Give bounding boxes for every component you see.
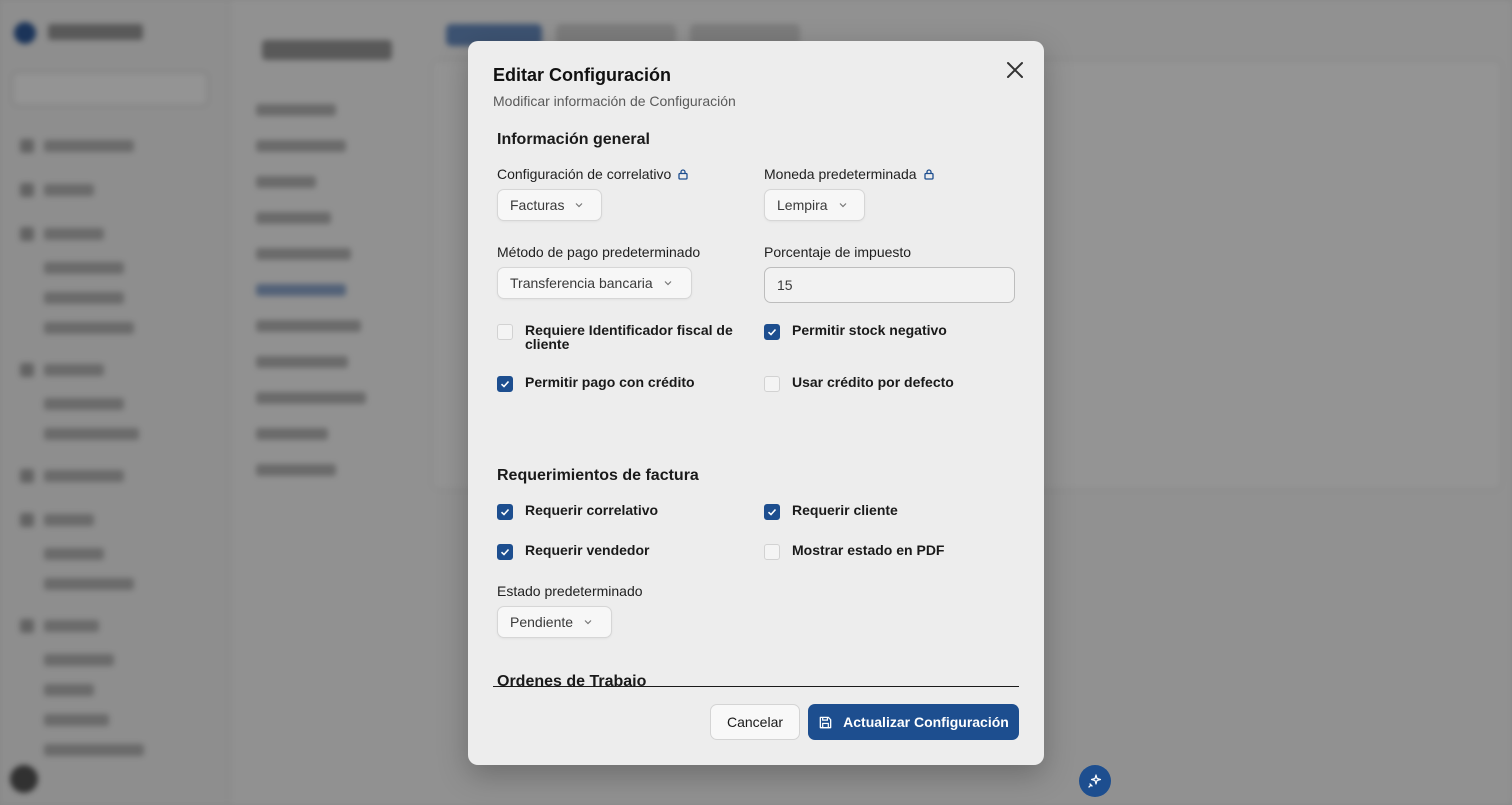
- footer-divider: [493, 686, 1019, 687]
- checkbox-label: Mostrar estado en PDF: [792, 542, 945, 558]
- moneda-select[interactable]: Lempira: [764, 189, 865, 221]
- checkbox-label: Permitir stock negativo: [792, 322, 947, 338]
- dialog-title: Editar Configuración: [493, 65, 672, 85]
- check-icon: [500, 548, 510, 556]
- correlativo-label-text: Configuración de correlativo: [497, 166, 672, 182]
- chevron-down-icon: [664, 281, 672, 286]
- estado-label-text: Estado predeterminado: [497, 583, 643, 599]
- check-icon: [500, 380, 510, 388]
- impuesto-label: Porcentaje de impuesto: [764, 244, 911, 260]
- correlativo-select[interactable]: Facturas: [497, 189, 602, 221]
- checkbox-box[interactable]: [764, 504, 780, 520]
- close-icon: [1007, 62, 1023, 78]
- assistant-button[interactable]: [1079, 765, 1111, 797]
- checkbox-box[interactable]: [497, 324, 513, 340]
- checkbox-requerir-vendedor[interactable]: Requerir vendedor: [497, 543, 747, 560]
- impuesto-label-text: Porcentaje de impuesto: [764, 244, 912, 260]
- checkbox-label: Requerir vendedor: [525, 542, 650, 558]
- chevron-down-icon: [584, 620, 592, 625]
- lock-icon: [678, 169, 688, 180]
- estado-select-value: Pendiente: [510, 614, 574, 630]
- update-config-button-label: Actualizar Configuración: [843, 714, 1009, 730]
- moneda-select-value: Lempira: [777, 197, 828, 213]
- check-icon: [767, 508, 777, 516]
- section-title-factura: Requerimientos de factura: [497, 467, 699, 484]
- check-icon: [767, 328, 777, 336]
- correlativo-select-value: Facturas: [510, 197, 565, 213]
- sparkle-icon: [1088, 774, 1102, 788]
- moneda-label-text: Moneda predeterminada: [764, 166, 917, 182]
- correlativo-label: Configuración de correlativo: [497, 166, 689, 182]
- chevron-down-icon: [839, 203, 847, 208]
- update-config-button[interactable]: Actualizar Configuración: [808, 704, 1019, 740]
- checkbox-mostrar-estado-pdf[interactable]: Mostrar estado en PDF: [764, 543, 1014, 560]
- checkbox-credito-defecto[interactable]: Usar crédito por defecto: [764, 375, 1014, 392]
- checkbox-label: Permitir pago con crédito: [525, 374, 695, 390]
- cancel-button-label: Cancelar: [726, 714, 784, 730]
- save-icon: [819, 716, 832, 728]
- check-icon: [500, 508, 510, 516]
- metodo-pago-select[interactable]: Transferencia bancaria: [497, 267, 692, 299]
- impuesto-input[interactable]: 15: [764, 267, 1015, 303]
- metodo-pago-select-value: Transferencia bancaria: [510, 275, 653, 291]
- lock-icon: [923, 169, 934, 180]
- checkbox-box[interactable]: [764, 544, 780, 560]
- chevron-down-icon: [576, 203, 583, 208]
- checkbox-requerir-cliente[interactable]: Requerir cliente: [764, 503, 1014, 520]
- dialog-body[interactable]: Información general Configuración de cor…: [493, 125, 1019, 687]
- checkbox-requerir-correlativo[interactable]: Requerir correlativo: [497, 503, 747, 520]
- checkbox-label: Requerir correlativo: [525, 502, 659, 518]
- checkbox-label: Requerir cliente: [792, 502, 898, 518]
- section-title-general: Información general: [497, 131, 650, 148]
- estado-label: Estado predeterminado: [497, 583, 643, 599]
- metodo-pago-label: Método de pago predeterminado: [497, 244, 700, 260]
- moneda-label: Moneda predeterminada: [764, 166, 935, 182]
- dialog-subtitle: Modificar información de Configuración: [493, 93, 736, 109]
- estado-select[interactable]: Pendiente: [497, 606, 612, 638]
- metodo-pago-label-text: Método de pago predeterminado: [497, 244, 701, 260]
- checkbox-requiere-id-fiscal[interactable]: Requiere Identificador fiscal de cliente: [497, 323, 747, 351]
- checkbox-stock-negativo[interactable]: Permitir stock negativo: [764, 323, 1014, 340]
- checkbox-box[interactable]: [497, 504, 513, 520]
- impuesto-input-value: 15: [777, 277, 793, 293]
- cancel-button[interactable]: Cancelar: [710, 704, 800, 740]
- edit-config-dialog: Editar Configuración Modificar informaci…: [468, 41, 1044, 765]
- checkbox-box[interactable]: [764, 324, 780, 340]
- checkbox-label: Usar crédito por defecto: [792, 374, 954, 390]
- checkbox-box[interactable]: [497, 544, 513, 560]
- close-button[interactable]: [1002, 57, 1028, 83]
- checkbox-pago-credito[interactable]: Permitir pago con crédito: [497, 375, 747, 392]
- checkbox-box[interactable]: [764, 376, 780, 392]
- section-title-ordenes: Ordenes de Trabajo: [497, 673, 647, 687]
- checkbox-box[interactable]: [497, 376, 513, 392]
- checkbox-label: Requiere Identificador fiscal de cliente: [525, 322, 733, 352]
